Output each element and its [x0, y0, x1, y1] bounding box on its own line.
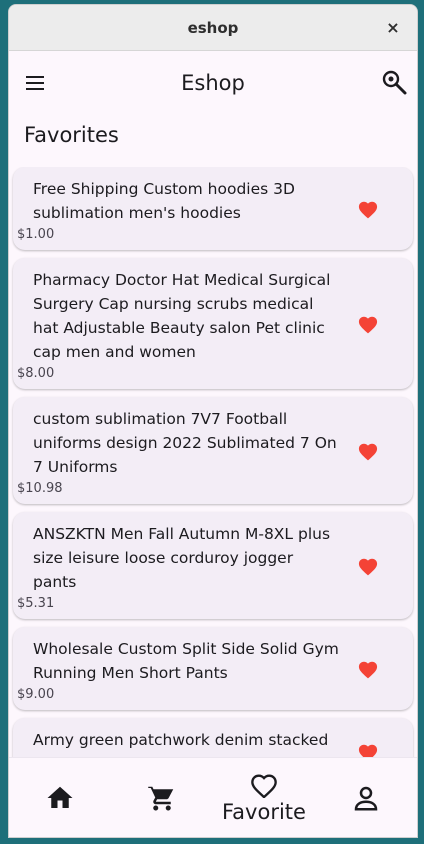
- person-icon: [354, 786, 378, 810]
- app-bar: Eshop: [9, 51, 417, 115]
- search-icon[interactable]: [381, 69, 409, 97]
- heart-filled-icon[interactable]: [357, 659, 379, 679]
- product-card[interactable]: Wholesale Custom Split Side Solid Gym Ru…: [13, 627, 413, 710]
- window-title: eshop: [187, 18, 239, 37]
- nav-item-home[interactable]: [15, 783, 105, 813]
- product-name: Pharmacy Doctor Hat Medical Surgical Sur…: [33, 271, 331, 361]
- product-card[interactable]: Pharmacy Doctor Hat Medical Surgical Sur…: [13, 258, 413, 389]
- heart-outline-icon: [251, 773, 277, 798]
- heart-filled-icon[interactable]: [357, 314, 379, 334]
- nav-label-favorite: Favorite: [222, 799, 306, 824]
- menu-icon[interactable]: [23, 69, 51, 97]
- section-title: Favorites: [24, 123, 119, 147]
- app-title: Eshop: [181, 71, 245, 95]
- close-icon[interactable]: ×: [383, 17, 403, 37]
- window-titlebar[interactable]: eshop ×: [9, 5, 417, 51]
- product-card[interactable]: Army green patchwork denim stacked jeans…: [13, 718, 413, 757]
- product-name: custom sublimation 7V7 Football uniforms…: [33, 410, 337, 476]
- nav-item-favorite[interactable]: Favorite: [219, 772, 309, 824]
- product-name: Free Shipping Custom hoodies 3D sublimat…: [33, 180, 295, 222]
- product-name: ANSZKTN Men Fall Autumn M-8XL plus size …: [33, 525, 331, 591]
- product-price: $10.98: [17, 481, 63, 496]
- heart-filled-icon[interactable]: [357, 199, 379, 219]
- favorites-list[interactable]: Free Shipping Custom hoodies 3D sublimat…: [9, 167, 417, 757]
- home-icon: [47, 786, 73, 808]
- product-card[interactable]: ANSZKTN Men Fall Autumn M-8XL plus size …: [13, 512, 413, 619]
- product-card[interactable]: custom sublimation 7V7 Football uniforms…: [13, 397, 413, 504]
- heart-filled-icon[interactable]: [357, 556, 379, 576]
- bottom-navigation: Favorite: [9, 757, 417, 837]
- cart-icon: [148, 785, 174, 810]
- product-price: $5.31: [17, 596, 55, 611]
- nav-item-profile[interactable]: [321, 783, 411, 813]
- product-price: $8.00: [17, 366, 55, 381]
- heart-filled-icon[interactable]: [357, 441, 379, 461]
- product-name: Army green patchwork denim stacked jeans…: [33, 731, 330, 757]
- app-window: eshop × Eshop Favorites Free Shipping Cu…: [8, 4, 418, 838]
- nav-item-cart[interactable]: [117, 783, 207, 813]
- product-name: Wholesale Custom Split Side Solid Gym Ru…: [33, 640, 339, 682]
- product-price: $1.00: [17, 227, 55, 242]
- heart-filled-icon[interactable]: [357, 742, 379, 757]
- product-price: $9.00: [17, 687, 55, 702]
- product-card[interactable]: Free Shipping Custom hoodies 3D sublimat…: [13, 167, 413, 250]
